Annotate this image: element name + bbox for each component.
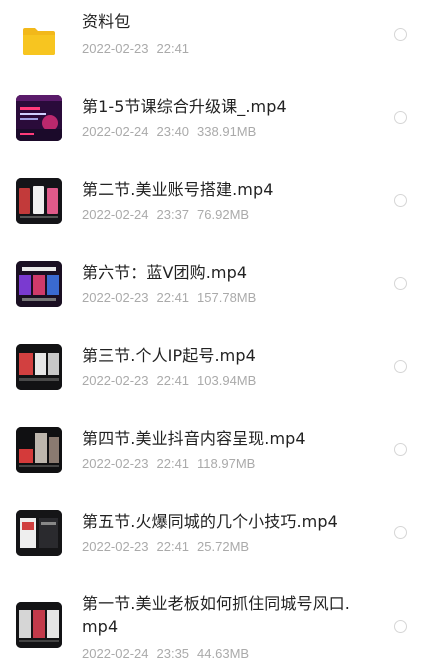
file-date: 2022-02-24 bbox=[82, 124, 149, 139]
file-meta: 2022-02-24 23:37 76.92MB bbox=[82, 207, 249, 223]
file-date: 2022-02-24 bbox=[82, 207, 149, 222]
file-name: 第六节：蓝V团购.mp4 bbox=[82, 263, 248, 282]
folder-icon bbox=[16, 18, 62, 64]
file-meta: 2022-02-24 23:40 338.91MB bbox=[82, 124, 256, 140]
file-size: 157.78MB bbox=[197, 290, 257, 305]
list-item[interactable]: 资料包 2022-02-23 22:41 bbox=[0, 0, 432, 80]
file-date: 2022-02-23 bbox=[82, 456, 149, 471]
file-date: 2022-02-23 bbox=[82, 373, 149, 388]
file-time: 22:41 bbox=[156, 456, 190, 471]
file-meta: 2022-02-24 23:35 44.63MB bbox=[82, 646, 249, 662]
file-size: 25.72MB bbox=[197, 539, 250, 554]
file-meta: 2022-02-23 22:41 25.72MB bbox=[82, 539, 249, 555]
list-item[interactable]: 第六节：蓝V团购.mp4 2022-02-23 22:41 157.78MB bbox=[0, 246, 432, 329]
file-meta: 2022-02-23 22:41 157.78MB bbox=[82, 290, 256, 306]
file-time: 23:35 bbox=[156, 646, 190, 661]
select-radio[interactable] bbox=[394, 360, 407, 373]
video-thumbnail-icon bbox=[16, 178, 62, 224]
file-time: 23:40 bbox=[156, 124, 190, 139]
file-size: 338.91MB bbox=[197, 124, 257, 139]
file-date: 2022-02-23 bbox=[82, 290, 149, 305]
file-meta: 2022-02-23 22:41 bbox=[82, 41, 197, 57]
file-size: 76.92MB bbox=[197, 207, 250, 222]
select-radio[interactable] bbox=[394, 111, 407, 124]
select-radio[interactable] bbox=[394, 526, 407, 539]
video-thumbnail-icon bbox=[16, 344, 62, 390]
video-thumbnail-icon bbox=[16, 95, 62, 141]
file-time: 22:41 bbox=[156, 41, 190, 56]
list-item[interactable]: 第五节.火爆同城的几个小技巧.mp4 2022-02-23 22:41 25.72M… bbox=[0, 495, 432, 578]
file-date: 2022-02-23 bbox=[82, 539, 149, 554]
file-time: 22:41 bbox=[156, 373, 190, 388]
file-name: 资料包 bbox=[82, 12, 131, 31]
file-time: 23:37 bbox=[156, 207, 190, 222]
file-meta: 2022-02-23 22:41 103.94MB bbox=[82, 373, 256, 389]
file-name: 第一节.美业老板如何抓住同城号风口.mp4 bbox=[82, 594, 350, 636]
video-thumbnail-icon bbox=[16, 602, 62, 648]
video-thumbnail-icon bbox=[16, 427, 62, 473]
list-item[interactable]: 第二节.美业账号搭建.mp4 2022-02-24 23:37 76.92MB bbox=[0, 163, 432, 246]
file-date: 2022-02-24 bbox=[82, 646, 149, 661]
list-item[interactable]: 第三节.个人IP起号.mp4 2022-02-23 22:41 103.94MB bbox=[0, 329, 432, 412]
file-meta: 2022-02-23 22:41 118.97MB bbox=[82, 456, 255, 472]
select-radio[interactable] bbox=[394, 277, 407, 290]
file-name: 第三节.个人IP起号.mp4 bbox=[82, 346, 256, 365]
file-time: 22:41 bbox=[156, 539, 190, 554]
file-name: 第五节.火爆同城的几个小技巧.mp4 bbox=[82, 512, 338, 531]
file-size: 103.94MB bbox=[197, 373, 257, 388]
select-radio[interactable] bbox=[394, 443, 407, 456]
select-radio[interactable] bbox=[394, 620, 407, 633]
select-radio[interactable] bbox=[394, 194, 407, 207]
file-size: 44.63MB bbox=[197, 646, 250, 661]
file-date: 2022-02-23 bbox=[82, 41, 149, 56]
list-item[interactable]: 第一节.美业老板如何抓住同城号风口.mp4 2022-02-24 23:35 44.… bbox=[0, 578, 432, 667]
select-radio[interactable] bbox=[394, 28, 407, 41]
file-name: 第四节.美业抖音内容呈现.mp4 bbox=[82, 429, 306, 448]
file-size: 118.97MB bbox=[197, 456, 256, 471]
list-item[interactable]: 第四节.美业抖音内容呈现.mp4 2022-02-23 22:41 118.97MB bbox=[0, 412, 432, 495]
video-thumbnail-icon bbox=[16, 510, 62, 556]
file-list: 资料包 2022-02-23 22:41 第1-5节课综合升级课_.mp4 202… bbox=[0, 0, 432, 667]
list-item[interactable]: 第1-5节课综合升级课_.mp4 2022-02-24 23:40 338.91MB bbox=[0, 80, 432, 163]
file-time: 22:41 bbox=[156, 290, 190, 305]
video-thumbnail-icon bbox=[16, 261, 62, 307]
file-name: 第二节.美业账号搭建.mp4 bbox=[82, 180, 274, 199]
file-name: 第1-5节课综合升级课_.mp4 bbox=[82, 97, 287, 116]
